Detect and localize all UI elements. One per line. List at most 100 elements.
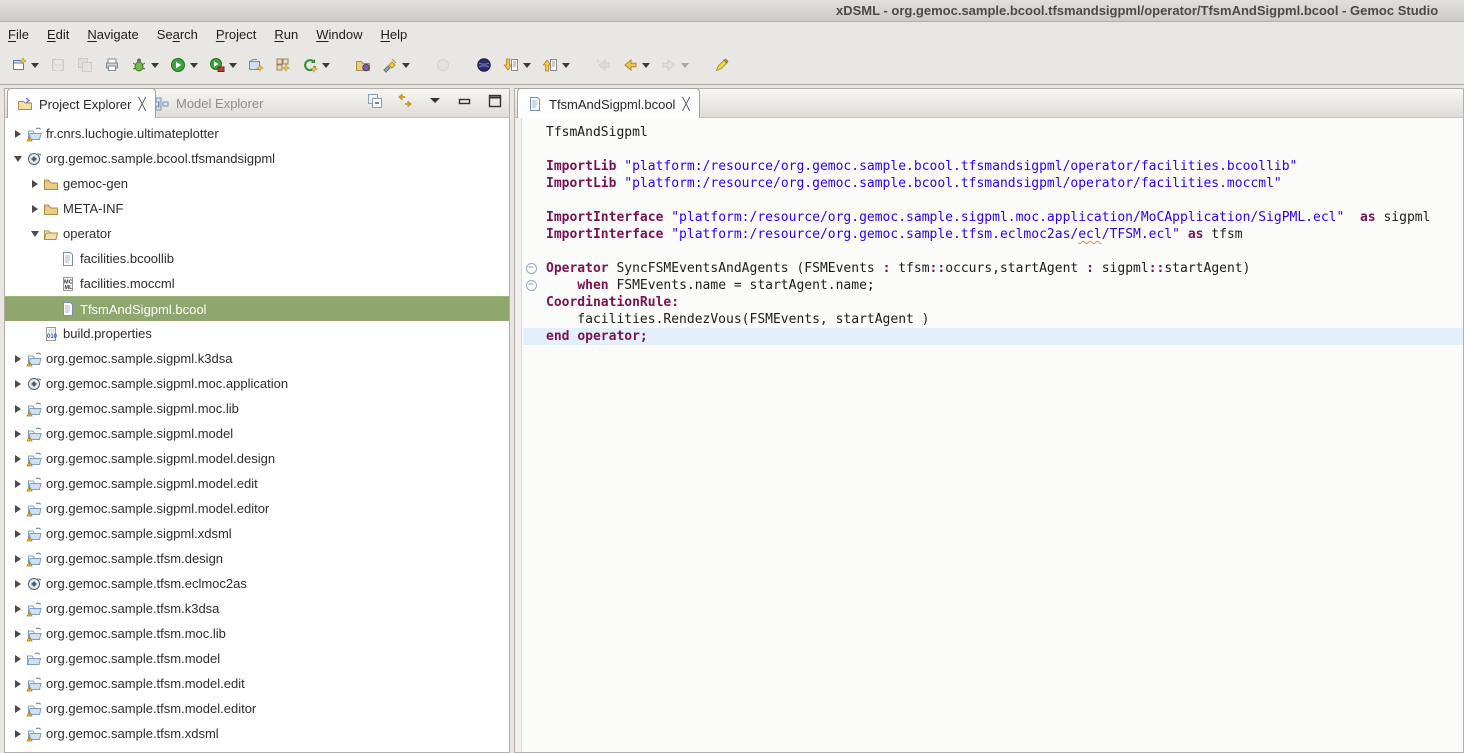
run-dropdown-icon[interactable] — [190, 63, 198, 68]
maximize-button[interactable] — [487, 93, 503, 114]
new-modeling-project-button[interactable] — [245, 52, 267, 78]
tree-item[interactable]: !org.gemoc.sample.sigpml.xdsml — [5, 521, 509, 546]
debug-dropdown-icon[interactable] — [151, 63, 159, 68]
previous-annotation-button[interactable] — [539, 52, 573, 78]
expand-arrow-icon[interactable] — [11, 580, 25, 588]
tab-project-explorer[interactable]: Project Explorer ╳ — [7, 88, 156, 119]
expand-arrow-icon[interactable] — [11, 505, 25, 513]
fold-collapse-icon[interactable] — [526, 280, 537, 291]
expand-arrow-icon[interactable] — [11, 455, 25, 463]
code-string: "platform:/resource/org.gemoc.sample.bco… — [624, 159, 1297, 174]
next-annotation-button[interactable] — [500, 52, 534, 78]
debug-button[interactable] — [128, 52, 162, 78]
new-gemoc-project-button[interactable] — [299, 52, 333, 78]
collapse-all-button[interactable] — [367, 93, 383, 114]
tree-item[interactable]: 010build.properties — [5, 321, 509, 346]
tree-item[interactable]: operator — [5, 221, 509, 246]
print-button[interactable] — [101, 52, 123, 78]
run-button[interactable] — [167, 52, 201, 78]
expand-arrow-icon[interactable] — [11, 605, 25, 613]
menu-search[interactable]: Search — [157, 24, 208, 45]
new-gemoc-project-dropdown-icon[interactable] — [322, 63, 330, 68]
open-resource-button[interactable] — [352, 52, 374, 78]
expand-arrow-icon[interactable] — [11, 680, 25, 688]
project-warning-icon: ! — [25, 501, 42, 517]
fold-collapse-icon[interactable] — [526, 263, 537, 274]
run-external-tools-dropdown-icon[interactable] — [229, 63, 237, 68]
file-icon — [59, 301, 76, 317]
previous-annotation-dropdown-icon[interactable] — [562, 63, 570, 68]
tree-item[interactable]: TfsmAndSigpml.bcool — [5, 296, 509, 321]
back-button[interactable] — [619, 52, 653, 78]
tab-model-explorer[interactable]: Model Explorer — [145, 89, 272, 118]
tree-item[interactable]: org.gemoc.sample.bcool.tfsmandsigpml — [5, 146, 509, 171]
expand-arrow-icon[interactable] — [11, 355, 25, 363]
minimize-button[interactable] — [457, 93, 473, 114]
code-line: TfsmAndSigpml — [515, 124, 1463, 141]
window-titlebar[interactable]: xDSML - org.gemoc.sample.bcool.tfsmandsi… — [0, 0, 1464, 22]
tree-item-label: facilities.bcoollib — [80, 251, 174, 266]
menu-edit[interactable]: Edit — [47, 24, 79, 45]
menu-run[interactable]: Run — [274, 24, 308, 45]
expand-arrow-icon[interactable] — [11, 380, 25, 388]
expand-arrow-icon[interactable] — [11, 730, 25, 738]
open-web-browser-button[interactable] — [473, 52, 495, 78]
tree-item[interactable]: facilities.bcoollib — [5, 246, 509, 271]
tree-item[interactable]: !org.gemoc.sample.sigpml.model.design — [5, 446, 509, 471]
tree-item[interactable]: !org.gemoc.sample.tfsm.model.edit — [5, 671, 509, 696]
menu-navigate[interactable]: Navigate — [87, 24, 148, 45]
highlighter-button[interactable] — [711, 52, 733, 78]
tree-item[interactable]: !org.gemoc.sample.tfsm.xdsml — [5, 721, 509, 746]
expand-arrow-icon[interactable] — [11, 530, 25, 538]
expand-arrow-icon[interactable] — [11, 555, 25, 563]
code-editor[interactable]: TfsmAndSigpmlImportLib "platform:/resour… — [514, 118, 1464, 753]
link-with-editor-button[interactable] — [397, 93, 413, 114]
new-plugin-project-button[interactable] — [272, 52, 294, 78]
expand-arrow-icon[interactable] — [11, 405, 25, 413]
tree-item[interactable]: !org.gemoc.sample.sigpml.k3dsa — [5, 346, 509, 371]
code-string: "platform:/resource/org.gemoc.sample.tfs… — [671, 227, 1078, 242]
menu-project[interactable]: Project — [216, 24, 266, 45]
tab-editor-tfsmandsigpml[interactable]: TfsmAndSigpml.bcool ╳ — [517, 88, 700, 119]
expand-arrow-icon[interactable] — [11, 130, 25, 138]
collapse-arrow-icon[interactable] — [28, 231, 42, 237]
code-line — [515, 192, 1463, 209]
collapse-arrow-icon[interactable] — [11, 156, 25, 162]
new-button[interactable] — [8, 52, 42, 78]
tree-item[interactable]: !org.gemoc.sample.sigpml.model — [5, 421, 509, 446]
search-button[interactable] — [379, 52, 413, 78]
tree-item[interactable]: !org.gemoc.sample.tfsm.moc.lib — [5, 621, 509, 646]
tree-item[interactable]: gemoc-gen — [5, 171, 509, 196]
tree-item[interactable]: MCMLfacilities.moccml — [5, 271, 509, 296]
tree-item[interactable]: org.gemoc.sample.tfsm.model — [5, 646, 509, 671]
tree-item[interactable]: !org.gemoc.sample.sigpml.model.edit — [5, 471, 509, 496]
view-menu-button[interactable] — [427, 93, 443, 114]
tree-item[interactable]: !org.gemoc.sample.tfsm.design — [5, 546, 509, 571]
tree-item[interactable]: META-INF — [5, 196, 509, 221]
run-external-tools-button[interactable] — [206, 52, 240, 78]
project-tree[interactable]: !fr.cnrs.luchogie.ultimateplotterorg.gem… — [4, 118, 510, 753]
tree-item[interactable]: !org.gemoc.sample.tfsm.model.editor — [5, 696, 509, 721]
menu-file[interactable]: File — [8, 24, 39, 45]
tree-item[interactable]: !org.gemoc.sample.sigpml.moc.lib — [5, 396, 509, 421]
search-dropdown-icon[interactable] — [402, 63, 410, 68]
next-annotation-dropdown-icon[interactable] — [523, 63, 531, 68]
new-dropdown-icon[interactable] — [31, 63, 39, 68]
close-icon[interactable]: ╳ — [682, 97, 689, 111]
tree-item[interactable]: org.gemoc.sample.sigpml.moc.application — [5, 371, 509, 396]
menu-help[interactable]: Help — [380, 24, 417, 45]
tree-item[interactable]: !org.gemoc.sample.sigpml.model.editor — [5, 496, 509, 521]
expand-arrow-icon[interactable] — [28, 205, 42, 213]
menu-window[interactable]: Window — [316, 24, 372, 45]
expand-arrow-icon[interactable] — [11, 705, 25, 713]
tree-item[interactable]: !org.gemoc.sample.tfsm.k3dsa — [5, 596, 509, 621]
expand-arrow-icon[interactable] — [11, 480, 25, 488]
back-dropdown-icon[interactable] — [642, 63, 650, 68]
tree-item[interactable]: org.gemoc.sample.tfsm.eclmoc2as — [5, 571, 509, 596]
project-warning-icon: ! — [25, 626, 42, 642]
tree-item[interactable]: !fr.cnrs.luchogie.ultimateplotter — [5, 121, 509, 146]
expand-arrow-icon[interactable] — [11, 430, 25, 438]
expand-arrow-icon[interactable] — [11, 655, 25, 663]
expand-arrow-icon[interactable] — [11, 630, 25, 638]
expand-arrow-icon[interactable] — [28, 180, 42, 188]
